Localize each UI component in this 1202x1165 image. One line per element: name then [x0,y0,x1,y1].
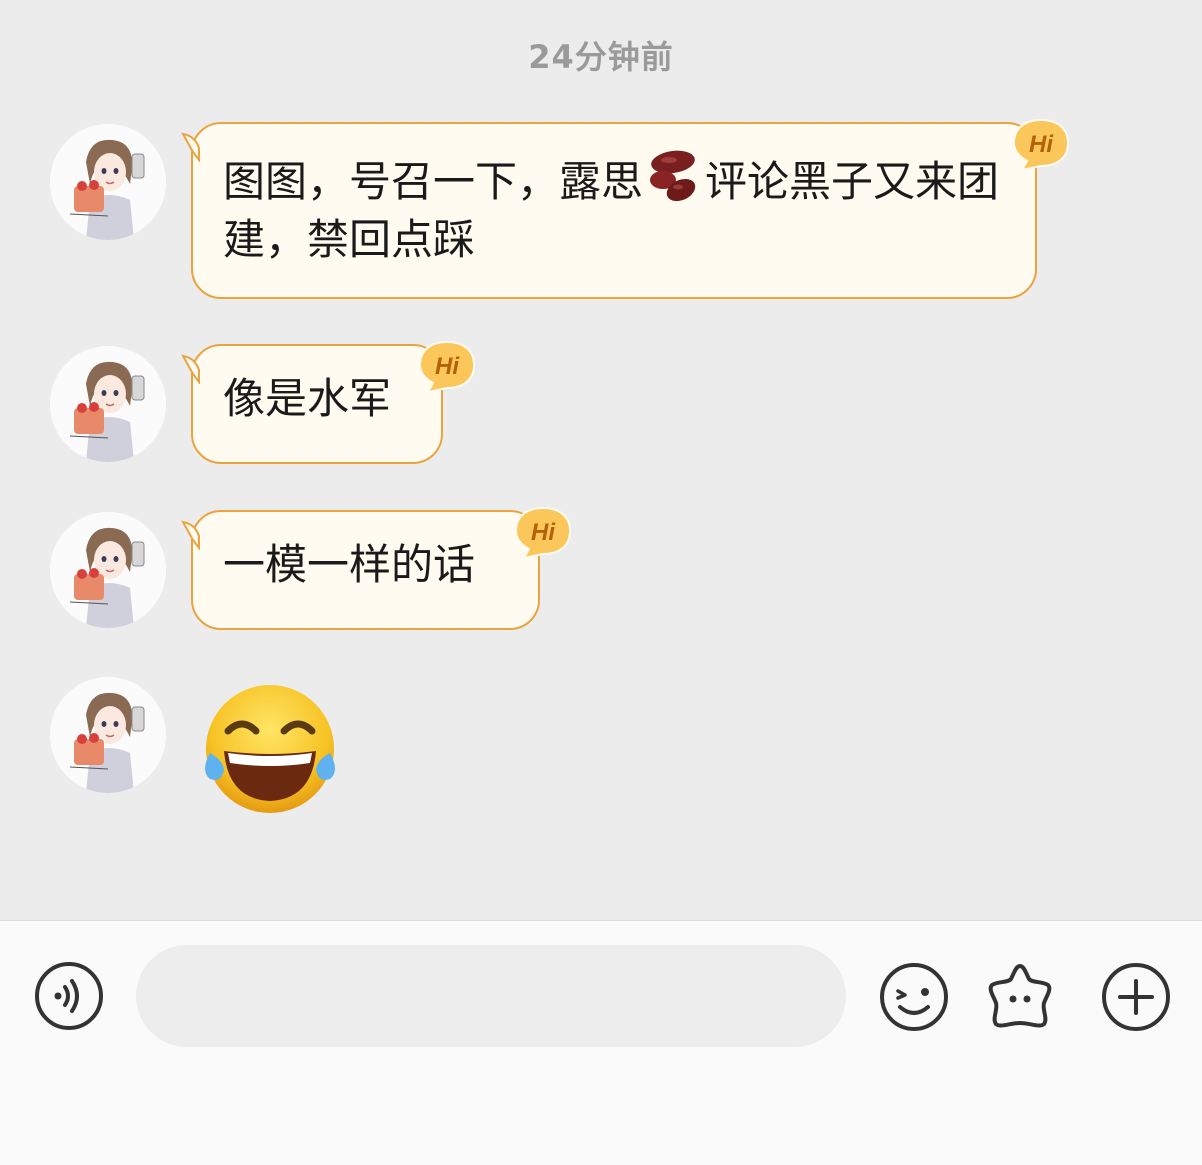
hi-badge-icon: Hi [418,340,476,394]
face-with-tears-of-joy-icon[interactable] [200,683,340,817]
message-bubble[interactable]: 图图，号召一下，露思 评论黑子又来团建，禁回点踩 [181,122,1037,299]
chat-area: 24分钟前 图图，号召一下，露思 评论黑子又来团建，禁回点踩 Hi 像是水军 H… [0,0,1202,920]
message-bubble[interactable]: 一模一样的话 [181,510,540,630]
message-text: 图图，号召一下，露思 [223,157,644,206]
bubble-tail [181,132,200,162]
emoji-face-icon[interactable] [878,961,950,1033]
input-bar [0,920,1202,1165]
voice-icon[interactable] [34,961,104,1031]
message-input[interactable] [136,945,846,1047]
hi-badge-icon: Hi [1012,118,1070,172]
svg-text:Hi: Hi [531,519,556,546]
message-text: 一模一样的话 [223,540,476,589]
hi-badge-icon: Hi [514,506,572,560]
avatar[interactable] [50,512,166,628]
message-text: 像是水军 [223,374,392,423]
plus-icon[interactable] [1100,961,1172,1033]
bubble-tail [181,520,200,550]
avatar[interactable] [50,124,166,240]
kidney-bean-icon [650,150,696,202]
avatar[interactable] [50,677,166,793]
avatar[interactable] [50,346,166,462]
svg-text:Hi: Hi [435,353,460,380]
svg-text:Hi: Hi [1029,131,1054,158]
sticker-star-icon[interactable] [984,961,1056,1033]
message-bubble[interactable]: 像是水军 [181,344,443,464]
message-timestamp: 24分钟前 [528,38,674,76]
bubble-tail [181,354,200,384]
